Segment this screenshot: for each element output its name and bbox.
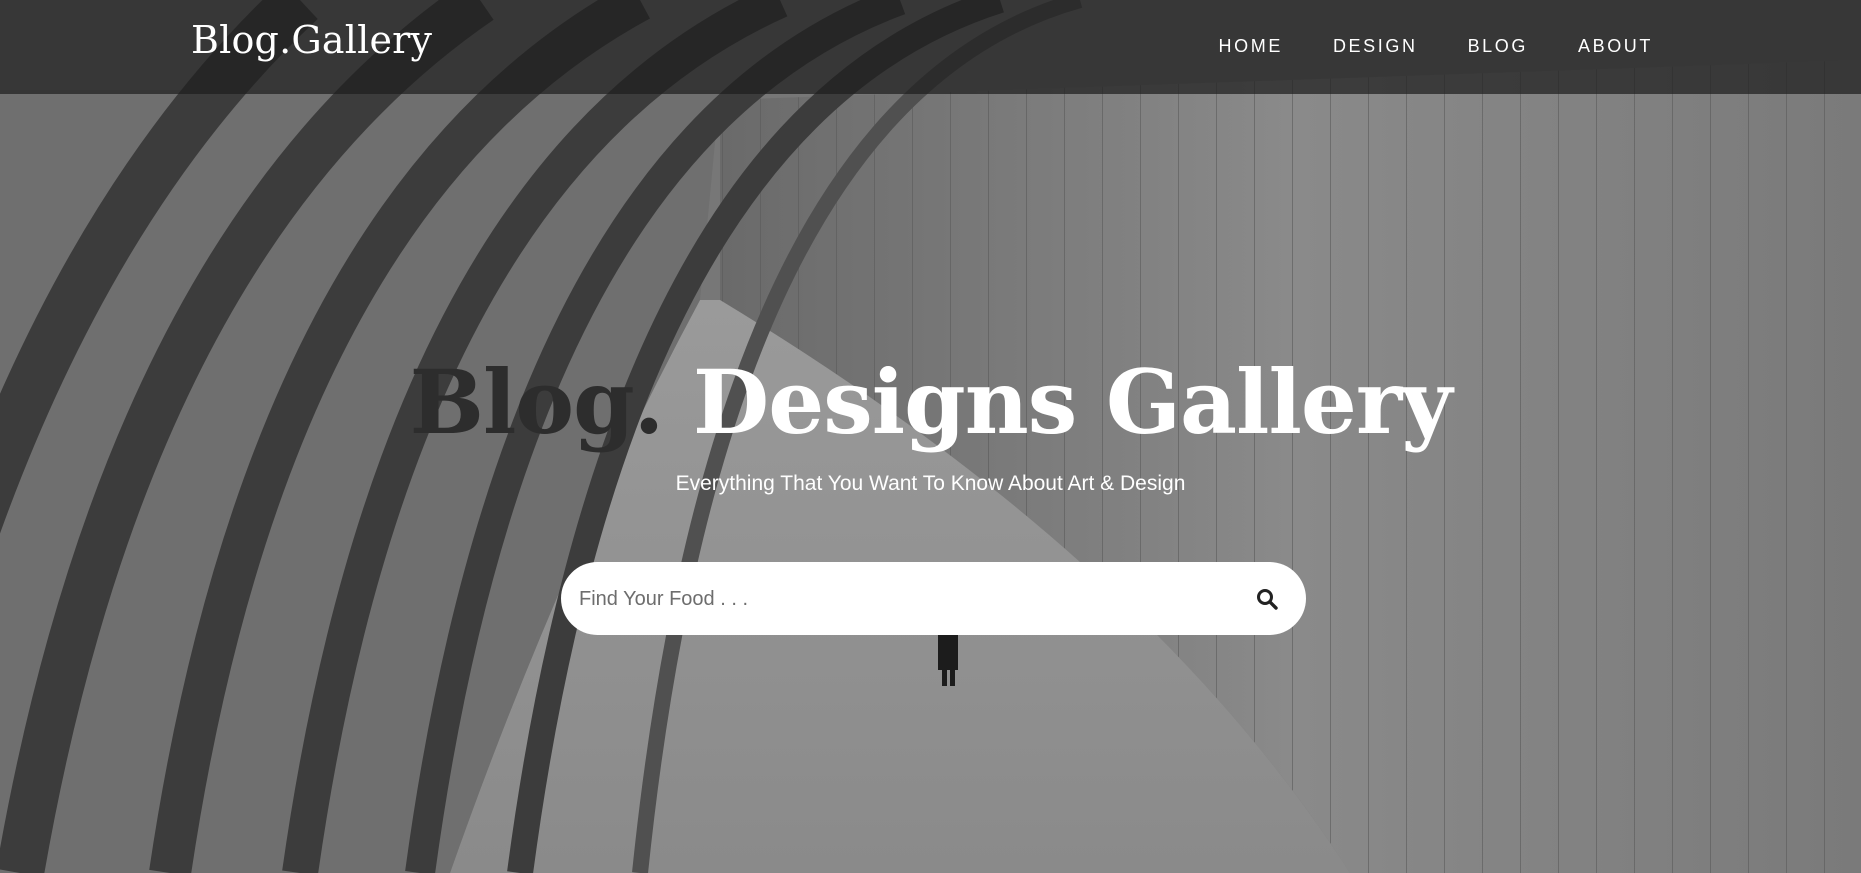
search-bar	[561, 562, 1306, 637]
search-input[interactable]	[577, 562, 1221, 637]
nav-about[interactable]: ABOUT	[1578, 36, 1653, 57]
hero-section: Blog.Gallery HOME DESIGN BLOG ABOUT Blog…	[0, 0, 1861, 873]
hero-title-dark: Blog.	[409, 350, 665, 454]
top-navbar: Blog.Gallery HOME DESIGN BLOG ABOUT	[0, 0, 1861, 94]
brand-logo[interactable]: Blog.Gallery	[191, 18, 432, 62]
hero-title: Blog. Designs Gallery	[0, 352, 1861, 452]
nav-design[interactable]: DESIGN	[1333, 36, 1418, 57]
main-nav: HOME DESIGN BLOG ABOUT	[1219, 36, 1653, 57]
hero-subtitle: Everything That You Want To Know About A…	[675, 472, 1186, 495]
nav-blog[interactable]: BLOG	[1468, 36, 1528, 57]
hero-title-light: Designs Gallery	[692, 350, 1452, 454]
nav-home[interactable]: HOME	[1219, 36, 1283, 57]
search-button[interactable]	[1246, 578, 1288, 620]
search-icon	[1257, 589, 1278, 610]
